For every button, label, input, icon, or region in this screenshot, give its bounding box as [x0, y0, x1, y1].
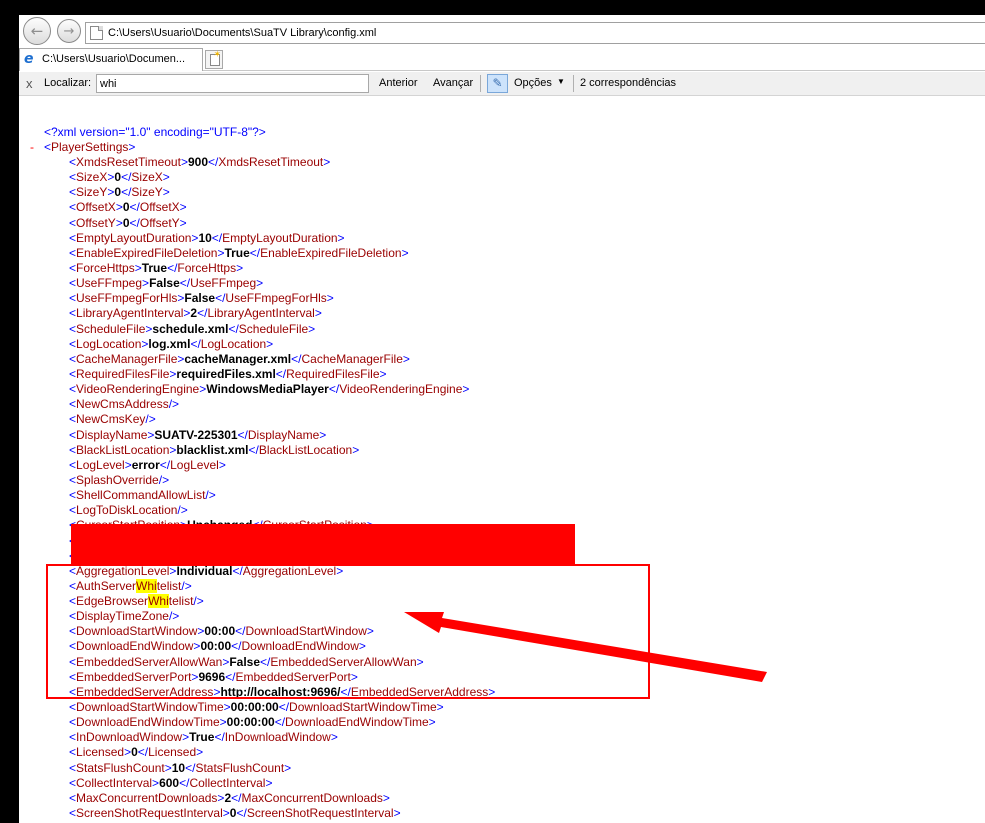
xml-line: <ShellCommandAllowList/> — [69, 488, 216, 503]
xml-line: <UseFFmpeg>False</UseFFmpeg> — [69, 276, 264, 291]
find-label: Localizar: — [44, 77, 92, 89]
find-input[interactable] — [96, 74, 369, 93]
forward-arrow-icon[interactable]: → — [57, 19, 81, 43]
next-match-button[interactable]: Avançar — [433, 77, 473, 89]
highlight-matches-icon[interactable]: ✎ — [487, 74, 508, 93]
xml-line: <MaxConcurrentDownloads>2</MaxConcurrent… — [69, 790, 390, 805]
xml-line: <NewCmsAddress/> — [69, 397, 180, 412]
xml-line: <SplashOverride/> — [69, 472, 170, 487]
xml-line: <ScreenShotRequestInterval>0</ScreenShot… — [69, 806, 401, 821]
xml-line: <EmptyLayoutDuration>10</EmptyLayoutDura… — [69, 230, 345, 245]
xml-line: <ScheduleFile>schedule.xml</ScheduleFile… — [69, 321, 316, 336]
xml-line: <OffsetY>0</OffsetY> — [69, 215, 187, 230]
xml-line: <RequiredFilesFile>requiredFiles.xml</Re… — [69, 366, 387, 381]
xml-line: <InDownloadWindow>True</InDownloadWindow… — [69, 730, 338, 745]
page-icon — [90, 26, 103, 40]
address-toolbar: ← → C:\Users\Usuario\Documents\SuaTV Lib… — [19, 15, 985, 46]
xml-line: <BlackListLocation>blacklist.xml</BlackL… — [69, 442, 360, 457]
xml-root-open: <PlayerSettings> — [44, 140, 136, 154]
tab-title: C:\Users\Usuario\Documen... — [42, 53, 186, 65]
ie-icon: e — [24, 51, 34, 67]
address-field[interactable]: C:\Users\Usuario\Documents\SuaTV Library… — [85, 22, 985, 44]
xml-line: <LibraryAgentInterval>2</LibraryAgentInt… — [69, 306, 322, 321]
address-url: C:\Users\Usuario\Documents\SuaTV Library… — [108, 27, 377, 39]
xml-line: <SizeY>0</SizeY> — [69, 185, 170, 200]
xml-line: <StatsFlushCount>10</StatsFlushCount> — [69, 760, 292, 775]
xml-line: <LogLocation>log.xml</LogLocation> — [69, 336, 274, 351]
xml-line: <CollectInterval>600</CollectInterval> — [69, 775, 273, 790]
xml-declaration: <?xml version="1.0" encoding="UTF-8"?> — [44, 125, 266, 139]
divider — [573, 75, 574, 92]
redaction-box — [71, 524, 575, 565]
xml-line: <NewCmsKey/> — [69, 412, 156, 427]
xml-line: <LogLevel>error</LogLevel> — [69, 457, 226, 472]
xml-line: <EnableExpiredFileDeletion>True</EnableE… — [69, 245, 409, 260]
new-tab-icon: ✶ — [213, 49, 221, 59]
xml-line: <DownloadStartWindowTime>00:00:00</Downl… — [69, 700, 444, 715]
tab-config-xml[interactable]: e C:\Users\Usuario\Documen... — [19, 48, 203, 71]
chevron-down-icon[interactable]: ▼ — [557, 77, 565, 86]
xml-line: <ForceHttps>True</ForceHttps> — [69, 260, 244, 275]
xml-line: <OffsetX>0</OffsetX> — [69, 200, 187, 215]
divider — [480, 75, 481, 92]
xml-line: <DownloadEndWindowTime>00:00:00</Downloa… — [69, 715, 436, 730]
xml-line: <Licensed>0</Licensed> — [69, 745, 204, 760]
options-button[interactable]: Opções — [514, 77, 552, 89]
xml-line: <XmdsResetTimeout>900</XmdsResetTimeout> — [69, 155, 331, 169]
previous-match-button[interactable]: Anterior — [379, 77, 418, 89]
annotation-highlight-box — [46, 564, 650, 699]
browser-window: ← → C:\Users\Usuario\Documents\SuaTV Lib… — [19, 15, 985, 823]
xml-line: <LogToDiskLocation/> — [69, 503, 188, 518]
xml-line: <SizeX>0</SizeX> — [69, 170, 170, 185]
match-count: 2 correspondências — [580, 77, 677, 89]
xml-line: <DisplayName>SUATV-225301</DisplayName> — [69, 427, 327, 442]
tab-bar: e C:\Users\Usuario\Documen... ✶ — [19, 46, 985, 71]
close-icon[interactable]: x — [26, 76, 33, 91]
xml-line: <CacheManagerFile>cacheManager.xml</Cach… — [69, 351, 410, 366]
new-tab-button[interactable]: ✶ — [205, 49, 223, 69]
xml-line: <UseFFmpegForHls>False</UseFFmpegForHls> — [69, 291, 334, 306]
xml-viewer: <?xml version="1.0" encoding="UTF-8"?> -… — [19, 97, 985, 823]
collapse-toggle[interactable]: - — [30, 140, 34, 155]
xml-line: <VideoRenderingEngine>WindowsMediaPlayer… — [69, 382, 470, 397]
find-bar: x Localizar: Anterior Avançar ✎ Opções ▼… — [19, 72, 985, 96]
back-arrow-icon[interactable]: ← — [23, 17, 51, 45]
